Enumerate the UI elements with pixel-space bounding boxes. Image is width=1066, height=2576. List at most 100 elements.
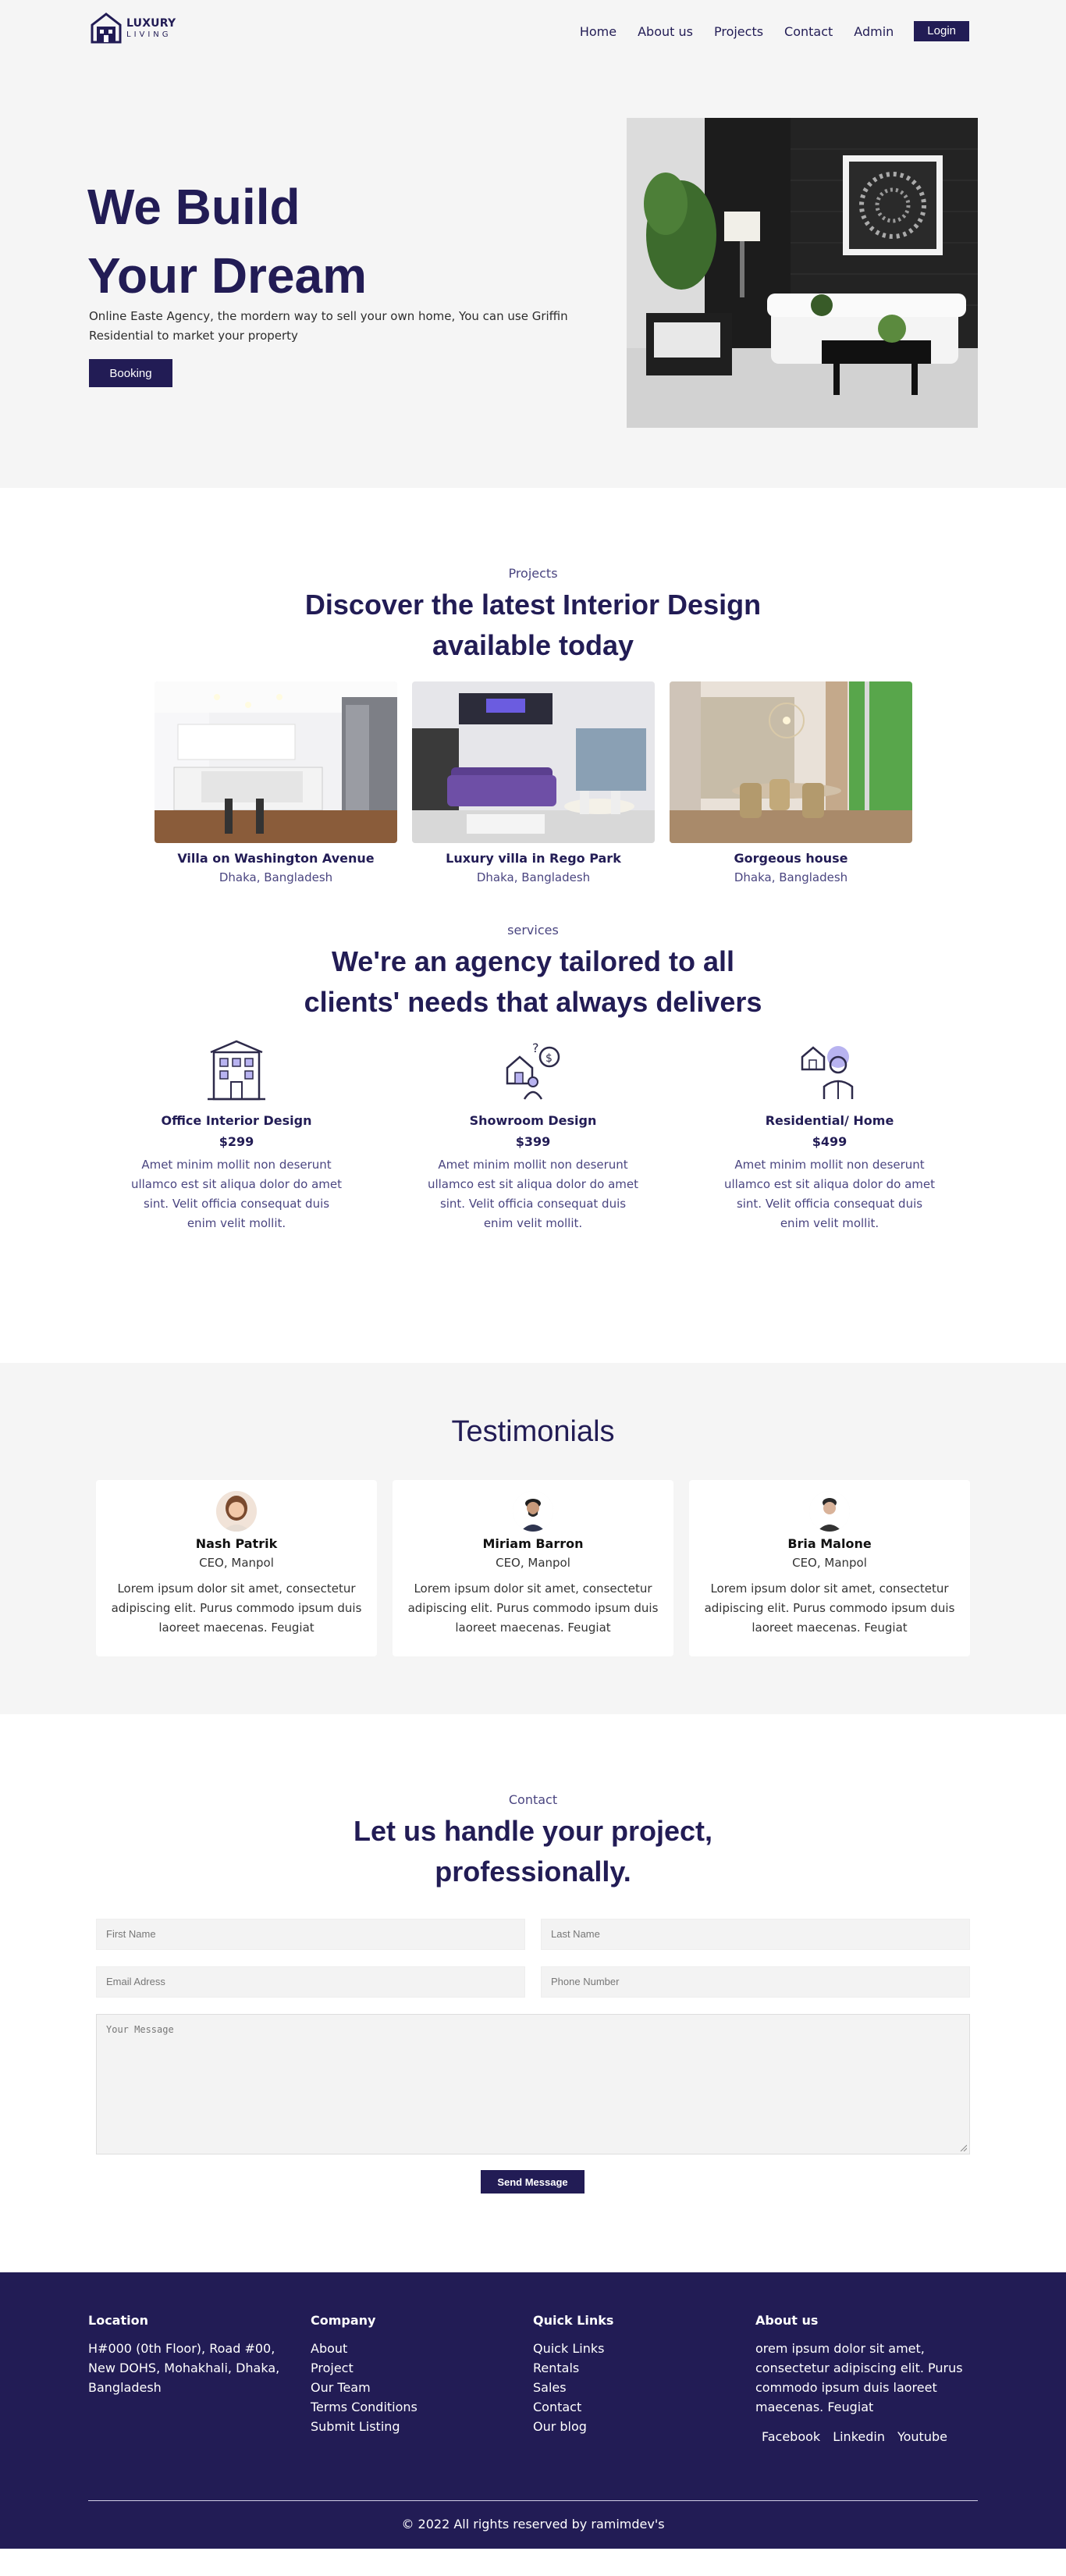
copyright: © 2022 All rights reserved by ramimdev's (401, 2517, 665, 2532)
testimonial-role: CEO, Manpol (199, 1556, 274, 1570)
avatar (513, 1491, 553, 1532)
footer-link-terms[interactable]: Terms Conditions (311, 2397, 482, 2417)
social-youtube-link[interactable]: Youtube (897, 2429, 947, 2444)
hero-living-room-image (627, 118, 978, 428)
testimonial-card: Miriam Barron CEO, Manpol Lorem ipsum do… (393, 1480, 673, 1656)
logo[interactable]: LUXURY LIVING (89, 11, 176, 45)
service-price: $399 (515, 1134, 551, 1149)
project-dining-room-image (670, 681, 912, 843)
svg-text:$: $ (545, 1052, 553, 1065)
hero-title-line2: Your Dream (87, 247, 368, 304)
service-description: Amet minim mollit non deserunt ullamco e… (130, 1158, 343, 1230)
service-name: Showroom Design (469, 1113, 597, 1128)
phone-field[interactable]: Phone Number (541, 1966, 970, 1998)
service-description: Amet minim mollit non deserunt ullamco e… (723, 1158, 936, 1230)
svg-text:?: ? (532, 1041, 539, 1055)
social-facebook-link[interactable]: Facebook (762, 2429, 820, 2444)
nav-link-projects[interactable]: Projects (714, 24, 763, 39)
contact-label: Contact (508, 1792, 558, 1807)
navbar: LUXURY LIVING Home About us Projects Con… (0, 0, 1066, 62)
service-name: Office Interior Design (161, 1113, 312, 1128)
testimonial-text: Lorem ipsum dolor sit amet, consectetur … (407, 1582, 659, 1635)
testimonials-section: Testimonials Nash Patrik CEO, Manpol Lor… (0, 1363, 1066, 1714)
testimonial-name: Bria Malone (787, 1536, 872, 1551)
footer-divider (88, 2500, 978, 2501)
nav-link-home[interactable]: Home (580, 24, 617, 39)
service-card: $ ? Showroom Design $399 Amet minim moll… (416, 1038, 650, 1233)
footer-company-heading: Company (311, 2313, 376, 2328)
project-card[interactable]: Gorgeous house Dhaka, Bangladesh (670, 681, 912, 884)
avatar (216, 1491, 257, 1532)
logo-house-icon (91, 12, 122, 44)
services-title: We're an agency tailored to all clients'… (304, 945, 762, 1018)
services-section: services We're an agency tailored to all… (0, 913, 1066, 1363)
project-card[interactable]: Luxury villa in Rego Park Dhaka, Banglad… (412, 681, 655, 884)
booking-button[interactable]: Booking (89, 359, 172, 387)
project-location: Dhaka, Bangladesh (219, 870, 333, 884)
message-placeholder: Your Message (106, 2024, 174, 2035)
footer-company: Company About Project Our Team Terms Con… (311, 2313, 482, 2436)
project-kitchen-image (155, 681, 397, 843)
footer-location: Location H#000 (0th Floor), Road #00, Ne… (88, 2313, 283, 2397)
footer-link-our-team[interactable]: Our Team (311, 2378, 482, 2397)
message-textarea[interactable]: Your Message (96, 2014, 970, 2154)
avatar (809, 1491, 850, 1532)
social-linkedin-link[interactable]: Linkedin (833, 2429, 885, 2444)
project-living-room-image (412, 681, 655, 843)
email-field[interactable]: Email Adress (96, 1966, 525, 1998)
projects-title: Discover the latest Interior Design avai… (304, 589, 762, 661)
testimonial-role: CEO, Manpol (496, 1556, 570, 1570)
footer-link-submit-listing[interactable]: Submit Listing (311, 2417, 482, 2436)
send-message-button[interactable]: Send Message (481, 2170, 585, 2194)
services-label: services (507, 923, 559, 938)
footer-quick-heading: Quick Links (533, 2313, 614, 2328)
project-card[interactable]: Villa on Washington Avenue Dhaka, Bangla… (155, 681, 397, 884)
service-name: Residential/ Home (765, 1113, 894, 1128)
footer-link-quick-links[interactable]: Quick Links (533, 2339, 705, 2358)
footer-location-text: H#000 (0th Floor), Road #00, New DOHS, M… (88, 2341, 280, 2395)
hero-description: Online Easte Agency, the mordern way to … (89, 309, 568, 343)
footer-about: About us orem ipsum dolor sit amet, cons… (755, 2313, 978, 2444)
testimonial-role: CEO, Manpol (792, 1556, 867, 1570)
projects-section: Projects Discover the latest Interior De… (0, 488, 1066, 913)
logo-line2: LIVING (126, 30, 172, 39)
testimonial-card: Bria Malone CEO, Manpol Lorem ipsum dolo… (689, 1480, 970, 1656)
social-links: Facebook Linkedin Youtube (755, 2429, 978, 2444)
footer-link-about[interactable]: About (311, 2339, 482, 2358)
resize-grip-icon[interactable] (959, 2144, 967, 2151)
contact-title: Let us handle your project, professional… (353, 1815, 713, 1888)
testimonial-name: Miriam Barron (482, 1536, 584, 1551)
footer-link-sales[interactable]: Sales (533, 2378, 705, 2397)
testimonial-text: Lorem ipsum dolor sit amet, consectetur … (111, 1582, 362, 1635)
footer: Location H#000 (0th Floor), Road #00, Ne… (0, 2272, 1066, 2549)
footer-link-contact[interactable]: Contact (533, 2397, 705, 2417)
project-location: Dhaka, Bangladesh (476, 870, 591, 884)
logo-line1: LUXURY (126, 16, 176, 30)
hero-title: We Build Your Dream (87, 173, 367, 310)
project-location: Dhaka, Bangladesh (734, 870, 848, 884)
footer-link-project[interactable]: Project (311, 2358, 482, 2378)
nav-link-about[interactable]: About us (638, 24, 693, 39)
footer-link-rentals[interactable]: Rentals (533, 2358, 705, 2378)
service-description: Amet minim mollit non deserunt ullamco e… (427, 1158, 639, 1230)
login-button[interactable]: Login (914, 21, 969, 41)
first-name-field[interactable]: First Name (96, 1919, 525, 1950)
footer-about-text: orem ipsum dolor sit amet, consectetur a… (755, 2341, 963, 2414)
service-price: $299 (219, 1134, 254, 1149)
footer-link-blog[interactable]: Our blog (533, 2417, 705, 2436)
hero-section: We Build Your Dream Online Easte Agency,… (0, 62, 1066, 488)
service-price: $499 (812, 1134, 847, 1149)
footer-location-heading: Location (88, 2313, 148, 2328)
service-card: Residential/ Home $499 Amet minim mollit… (712, 1038, 947, 1233)
last-name-field[interactable]: Last Name (541, 1919, 970, 1950)
footer-about-heading: About us (755, 2313, 819, 2328)
nav-link-contact[interactable]: Contact (784, 24, 833, 39)
testimonials-title: Testimonials (451, 1415, 615, 1448)
nav-link-admin[interactable]: Admin (854, 24, 894, 39)
contact-section: Contact Let us handle your project, prof… (0, 1714, 1066, 2272)
residential-agent-icon (801, 1046, 854, 1099)
service-card: Office Interior Design $299 Amet minim m… (119, 1038, 354, 1233)
testimonial-card: Nash Patrik CEO, Manpol Lorem ipsum dolo… (96, 1480, 377, 1656)
projects-label: Projects (508, 566, 558, 581)
showroom-icon: $ ? (506, 1041, 560, 1100)
